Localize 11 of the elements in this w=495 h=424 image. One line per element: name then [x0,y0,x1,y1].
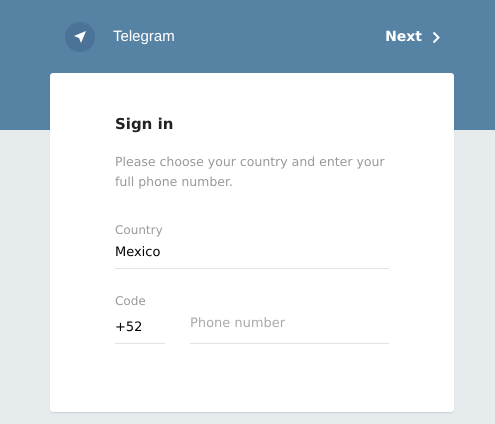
field-label: Code [115,293,147,309]
card-title: Sign in [115,114,174,134]
paper-plane-icon [65,22,95,52]
chevron-right-icon [432,30,440,44]
app-name: Telegram [113,26,175,47]
description: Please choose your country and enter your full phone number. [115,153,385,191]
code-field[interactable]: +52 [115,319,165,344]
field-label: Country [115,222,164,238]
country-field[interactable]: Mexico [115,244,389,269]
phone-number-field[interactable]: Phone number [190,315,389,344]
next-button[interactable]: Next [385,26,440,48]
